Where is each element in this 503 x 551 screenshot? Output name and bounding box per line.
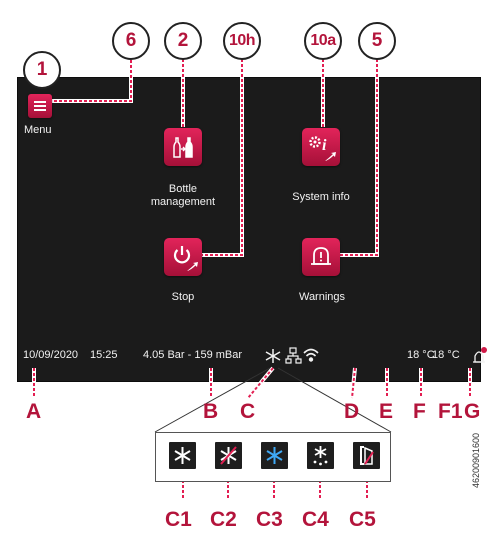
bottle-transfer-icon <box>173 137 193 158</box>
status-time: 15:25 <box>90 349 118 361</box>
label-c3: C3 <box>256 508 283 531</box>
stop-label: Stop <box>171 291 195 303</box>
status-alert-dot <box>481 347 487 353</box>
status-temp-2: 18 °C <box>432 349 460 361</box>
status-temp-1: 18 °C <box>407 349 435 361</box>
callout-6: 6 <box>112 22 150 60</box>
callout-10a: 10a <box>304 22 342 60</box>
label-d: D <box>344 400 360 423</box>
label-e: E <box>379 400 394 423</box>
callout-10h: 10h <box>223 22 261 60</box>
snowflake-blue-icon <box>261 442 288 469</box>
defrost-icon <box>307 442 334 469</box>
label-c1: C1 <box>165 508 192 531</box>
status-date: 10/09/2020 <box>23 349 79 361</box>
callout-5: 5 <box>358 22 396 60</box>
warnings-button[interactable] <box>302 238 340 276</box>
bottle-label-1: Bottle <box>168 183 198 195</box>
label-c2: C2 <box>210 508 237 531</box>
gears-info-icon: i <box>309 136 336 161</box>
snowflake-crossed-icon <box>215 442 242 469</box>
system-info-button[interactable]: i <box>302 128 340 166</box>
label-b: B <box>203 400 219 423</box>
bell-warning-icon <box>311 247 331 265</box>
system-info-label: System info <box>292 191 350 203</box>
bottle-label-2: management <box>150 196 216 208</box>
label-a: A <box>26 400 42 423</box>
device-screen <box>17 77 481 382</box>
label-g: G <box>464 400 481 423</box>
snowflake-icon <box>169 442 196 469</box>
label-f1: F1 <box>438 400 463 423</box>
label-c4: C4 <box>302 508 329 531</box>
hamburger-icon <box>34 101 46 111</box>
diagram: 1 6 2 10h 10a 5 Menu Bottle management i… <box>0 0 503 551</box>
warnings-label: Warnings <box>298 291 346 303</box>
callout-2: 2 <box>164 22 202 60</box>
figure-id: 46200901600 <box>471 432 481 488</box>
bottle-management-button[interactable] <box>164 128 202 166</box>
menu-button[interactable] <box>28 94 52 118</box>
label-f: F <box>413 400 426 423</box>
callout-1: 1 <box>23 51 61 89</box>
power-icon <box>173 246 198 271</box>
label-c: C <box>240 400 256 423</box>
label-c5: C5 <box>349 508 376 531</box>
door-open-icon <box>353 442 380 469</box>
stop-button[interactable] <box>164 238 202 276</box>
svg-text:i: i <box>322 137 327 154</box>
status-pressure: 4.05 Bar - 159 mBar <box>143 349 243 361</box>
menu-label: Menu <box>24 124 52 136</box>
